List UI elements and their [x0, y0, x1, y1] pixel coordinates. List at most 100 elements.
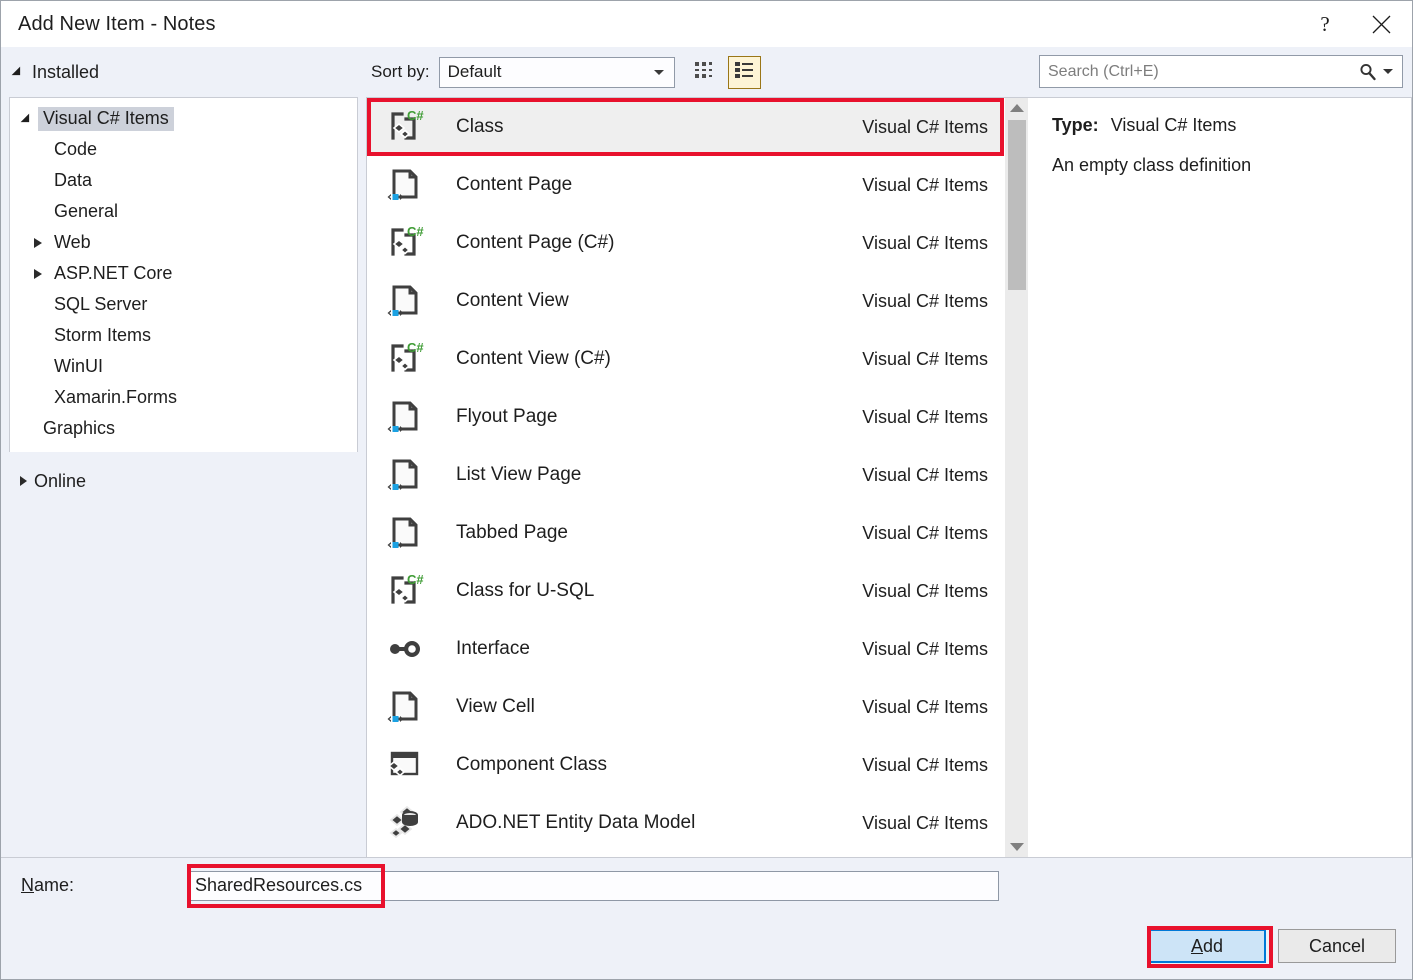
tree-item-winui[interactable]: WinUI	[10, 351, 357, 382]
details-type-label: Type:	[1052, 115, 1099, 135]
template-list-item[interactable]: C# Class for U-SQLVisual C# Items	[367, 562, 1004, 620]
template-name: Component Class	[427, 754, 862, 776]
search-icon	[1358, 62, 1378, 82]
tree-item-graphics[interactable]: Graphics	[10, 413, 357, 444]
sort-by-label: Sort by:	[371, 62, 430, 82]
add-button[interactable]: Add	[1148, 929, 1266, 963]
template-category: Visual C# Items	[862, 813, 1004, 834]
scroll-down-button[interactable]	[1005, 837, 1029, 857]
csharp-class-icon: C#	[381, 338, 427, 380]
chevron-right-icon[interactable]	[27, 269, 49, 279]
template-list-item[interactable]: C# Content View (C#)Visual C# Items	[367, 330, 1004, 388]
tree-item-sql-server[interactable]: SQL Server	[10, 289, 357, 320]
tree-item-general[interactable]: General	[10, 196, 357, 227]
template-category: Visual C# Items	[862, 407, 1004, 428]
svg-text:C#: C#	[407, 224, 424, 239]
svg-text:C#: C#	[407, 572, 424, 587]
search-dropdown-arrow-icon[interactable]	[1383, 69, 1393, 74]
xaml-page-icon	[381, 280, 427, 322]
scroll-up-button[interactable]	[1005, 98, 1029, 118]
template-name: Content View (C#)	[427, 348, 862, 370]
csharp-class-icon: C#	[381, 570, 427, 612]
tree-item-data[interactable]: Data	[10, 165, 357, 196]
template-list-item[interactable]: List View PageVisual C# Items	[367, 446, 1004, 504]
template-category: Visual C# Items	[862, 465, 1004, 486]
component-class-icon	[381, 744, 427, 786]
template-category: Visual C# Items	[862, 581, 1004, 602]
tree-item-storm-items[interactable]: Storm Items	[10, 320, 357, 351]
template-list-item[interactable]: View CellVisual C# Items	[367, 678, 1004, 736]
tree-item-visual-c-items[interactable]: Visual C# Items	[10, 103, 357, 134]
cancel-button[interactable]: Cancel	[1278, 929, 1396, 963]
template-category: Visual C# Items	[862, 697, 1004, 718]
close-button[interactable]	[1350, 1, 1412, 47]
item-templates-scroll-area: C# ClassVisual C# Items Content PageVisu…	[367, 98, 1004, 857]
dialog-body: Visual C# Items Code DataGeneralWeb ASP.NET…	[1, 97, 1412, 857]
caret-down-icon	[1010, 843, 1024, 851]
name-field[interactable]	[187, 871, 999, 901]
tree-item-label: SQL Server	[49, 293, 152, 317]
scrollbar-track[interactable]	[1005, 118, 1029, 837]
template-category: Visual C# Items	[862, 755, 1004, 776]
tree-item-label: Visual C# Items	[38, 107, 174, 131]
list-view-button[interactable]	[728, 56, 761, 89]
template-category: Visual C# Items	[862, 233, 1004, 254]
search-input[interactable]	[1040, 62, 1358, 82]
template-list-item[interactable]: ADO.NET Entity Data ModelVisual C# Items	[367, 794, 1004, 852]
chevron-right-icon[interactable]	[27, 238, 49, 248]
template-name: Content View	[427, 290, 862, 312]
sort-by-select[interactable]: Default	[439, 57, 675, 88]
tree-item-label: ASP.NET Core	[49, 262, 177, 286]
template-name: List View Page	[427, 464, 862, 486]
template-list-item[interactable]: Content PageVisual C# Items	[367, 156, 1004, 214]
installed-group-header[interactable]: Installed	[1, 62, 366, 83]
help-button[interactable]: ?	[1300, 1, 1350, 47]
view-mode-buttons	[688, 56, 761, 89]
template-name: Class for U-SQL	[427, 580, 862, 602]
template-name: Flyout Page	[427, 406, 862, 428]
page-title: Add New Item - Notes	[1, 13, 216, 36]
template-list-item[interactable]: C# ClassVisual C# Items	[367, 98, 1004, 156]
template-category: Visual C# Items	[862, 639, 1004, 660]
tree-item-label: Code	[49, 138, 102, 162]
template-list-item[interactable]: InterfaceVisual C# Items	[367, 620, 1004, 678]
template-category: Visual C# Items	[862, 349, 1004, 370]
chevron-down-icon[interactable]	[16, 112, 38, 126]
chevron-down-icon	[654, 70, 664, 75]
xaml-page-icon	[381, 686, 427, 728]
csharp-class-icon: C#	[381, 106, 427, 148]
template-name: Interface	[427, 638, 862, 660]
search-box[interactable]	[1039, 55, 1403, 88]
template-list-item[interactable]: Flyout PageVisual C# Items	[367, 388, 1004, 446]
template-category: Visual C# Items	[862, 523, 1004, 544]
tree-item-label: Storm Items	[49, 324, 156, 348]
name-input[interactable]	[188, 872, 998, 900]
xaml-page-icon	[381, 164, 427, 206]
scrollbar-thumb[interactable]	[1008, 120, 1026, 290]
list-view-icon	[733, 59, 755, 86]
svg-text:C#: C#	[407, 108, 424, 123]
template-list-item[interactable]: C# Content Page (C#)Visual C# Items	[367, 214, 1004, 272]
template-list-item[interactable]: Content ViewVisual C# Items	[367, 272, 1004, 330]
tree-item-asp-net-core[interactable]: ASP.NET Core	[10, 258, 357, 289]
tree-item-xamarin-forms[interactable]: Xamarin.Forms	[10, 382, 357, 413]
template-details-panel: Type: Visual C# Items An empty class def…	[1028, 97, 1412, 857]
details-description: An empty class definition	[1052, 153, 1393, 177]
template-category: Visual C# Items	[862, 117, 1004, 138]
template-name: Tabbed Page	[427, 522, 862, 544]
template-list-item[interactable]: Tabbed PageVisual C# Items	[367, 504, 1004, 562]
category-tree-column: Visual C# Items Code DataGeneralWeb ASP.NET…	[1, 97, 366, 857]
tile-view-button[interactable]	[688, 56, 721, 89]
tree-item-code[interactable]: Code	[10, 134, 357, 165]
list-scrollbar[interactable]	[1004, 98, 1028, 857]
tree-item-label: Graphics	[38, 417, 120, 441]
template-name: View Cell	[427, 696, 862, 718]
template-list-item[interactable]: Component ClassVisual C# Items	[367, 736, 1004, 794]
grid-view-icon	[693, 59, 715, 86]
xaml-page-icon	[381, 512, 427, 554]
add-new-item-dialog: Add New Item - Notes ? Installed Sort by…	[0, 0, 1413, 980]
question-mark-icon: ?	[1320, 14, 1329, 35]
sort-by-value: Default	[440, 62, 502, 82]
tree-item-web[interactable]: Web	[10, 227, 357, 258]
online-group-header[interactable]: Online	[1, 464, 366, 498]
